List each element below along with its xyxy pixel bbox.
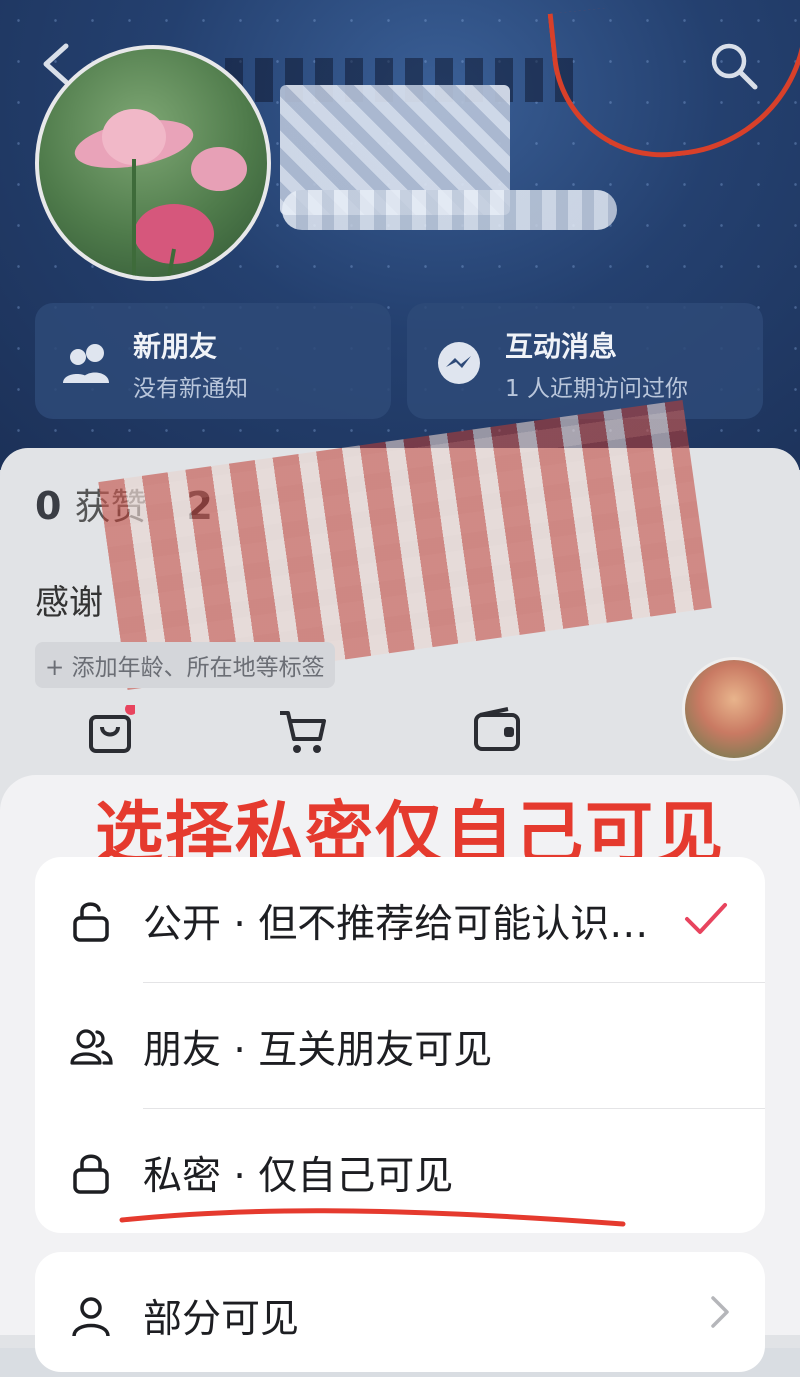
users-icon	[63, 344, 109, 383]
checkmark-icon	[685, 903, 727, 934]
option-friends[interactable]: 朋友 · 互关朋友可见	[35, 983, 765, 1108]
new-friends-subtitle: 没有新通知	[133, 376, 248, 402]
option-partial-label: 部分可见	[143, 1297, 300, 1342]
lock-icon	[73, 1154, 109, 1194]
shopping-bag-icon[interactable]	[85, 705, 135, 755]
add-tags-chip[interactable]: + 添加年龄、所在地等标签	[35, 642, 335, 688]
visibility-options-group: 公开 · 但不推荐给可能认识… 朋友 · 互关朋友可见 私密 · 仅自己可见	[35, 857, 765, 1233]
profile-bio: 感谢	[35, 583, 103, 623]
floating-user-avatar[interactable]	[682, 657, 786, 761]
unlock-icon	[73, 902, 109, 942]
profile-avatar[interactable]	[35, 45, 271, 281]
friends-icon	[70, 1029, 113, 1065]
new-friends-title: 新朋友	[133, 330, 218, 363]
interaction-messages-card[interactable]: 互动消息 1 人近期访问过你	[407, 303, 763, 419]
option-public[interactable]: 公开 · 但不推荐给可能认识…	[35, 857, 765, 982]
option-partial[interactable]: 部分可见	[35, 1252, 765, 1377]
interaction-messages-subtitle: 1 人近期访问过你	[505, 376, 688, 402]
option-private-label: 私密 · 仅自己可见	[143, 1154, 454, 1199]
lotus-flower-image	[74, 109, 247, 277]
red-annotation-underline	[119, 1208, 626, 1227]
messenger-icon	[438, 342, 480, 384]
option-friends-label: 朋友 · 互关朋友可见	[143, 1028, 493, 1073]
person-icon	[72, 1297, 110, 1337]
cart-icon[interactable]	[278, 705, 328, 755]
chevron-right-icon	[711, 1296, 729, 1328]
wallet-icon[interactable]	[472, 705, 522, 755]
option-public-label: 公开 · 但不推荐给可能认识…	[143, 902, 649, 947]
blurred-user-id	[282, 190, 617, 230]
new-friends-card[interactable]: 新朋友 没有新通知	[35, 303, 391, 419]
interaction-messages-title: 互动消息	[505, 330, 618, 363]
partial-visibility-group: 部分可见	[35, 1252, 765, 1372]
likes-count: 0	[35, 484, 62, 528]
